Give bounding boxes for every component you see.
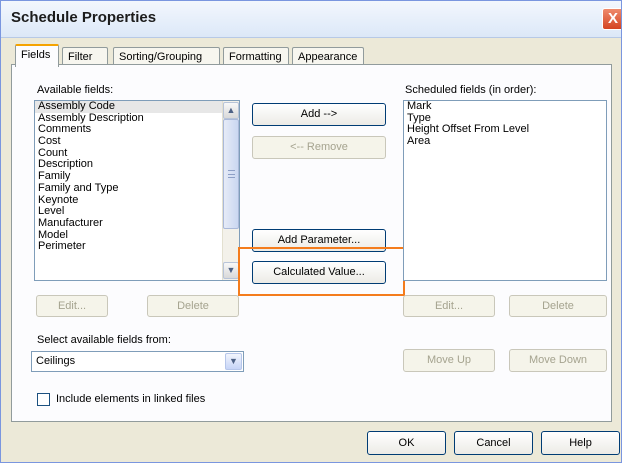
available-field-item[interactable]: Assembly Code (35, 101, 239, 113)
delete-available-button[interactable]: Delete (147, 295, 239, 317)
close-icon: X (607, 10, 618, 27)
move-up-button[interactable]: Move Up (403, 349, 495, 372)
schedule-properties-dialog: Schedule Properties X Fields Filter Sort… (0, 0, 622, 463)
tab-fields[interactable]: Fields (15, 44, 59, 67)
ok-button[interactable]: OK (367, 431, 446, 455)
add-button[interactable]: Add --> (252, 103, 386, 126)
cancel-button[interactable]: Cancel (454, 431, 533, 455)
chevron-down-icon: ▼ (226, 265, 236, 275)
available-field-item[interactable]: Manufacturer (35, 217, 239, 230)
select-fields-from-label: Select available fields from: (37, 334, 171, 346)
include-linked-files-checkbox[interactable] (37, 393, 50, 406)
available-field-item[interactable]: Family and Type (35, 182, 239, 195)
scroll-up-button[interactable]: ▲ (223, 102, 239, 119)
select-fields-from-value: Ceilings (36, 355, 76, 367)
move-down-button[interactable]: Move Down (509, 349, 607, 372)
available-fields-scrollbar[interactable]: ▲ ▼ (222, 101, 239, 280)
dropdown-arrow-button[interactable]: ▼ (225, 353, 242, 370)
help-button[interactable]: Help (541, 431, 620, 455)
available-fields-items: Assembly Code Assembly Description Comment… (35, 101, 239, 253)
edit-scheduled-button[interactable]: Edit... (403, 295, 495, 317)
scroll-thumb[interactable] (223, 119, 239, 229)
scheduled-field-item[interactable]: Height Offset From Level (404, 124, 606, 136)
close-button[interactable]: X (602, 8, 621, 30)
dialog-title: Schedule Properties (11, 9, 157, 26)
available-field-item[interactable]: Comments (35, 124, 239, 136)
delete-scheduled-button[interactable]: Delete (509, 295, 607, 317)
calculated-value-button[interactable]: Calculated Value... (252, 261, 386, 284)
chevron-down-icon: ▼ (229, 356, 238, 366)
scheduled-field-item[interactable]: Area (404, 135, 606, 148)
chevron-up-icon: ▲ (226, 105, 236, 115)
edit-available-button[interactable]: Edit... (36, 295, 108, 317)
scheduled-fields-items: Mark Type Height Offset From Level Area (404, 101, 606, 148)
title-bar: Schedule Properties X (1, 1, 621, 38)
select-fields-from-dropdown[interactable]: Ceilings ▼ (31, 351, 244, 372)
available-field-item[interactable]: Cost (35, 135, 239, 148)
include-linked-files-label: Include elements in linked files (56, 393, 206, 405)
available-fields-label: Available fields: (37, 84, 114, 96)
scheduled-fields-list[interactable]: Mark Type Height Offset From Level Area (403, 100, 607, 281)
scheduled-fields-label: Scheduled fields (in order): (405, 84, 537, 96)
scheduled-field-item[interactable]: Mark (404, 101, 606, 113)
available-field-item[interactable]: Perimeter (35, 241, 239, 253)
scroll-down-button[interactable]: ▼ (223, 262, 239, 279)
grip-icon (228, 170, 235, 178)
available-field-item[interactable]: Keynote (35, 194, 239, 207)
remove-button[interactable]: <-- Remove (252, 136, 386, 159)
available-fields-list[interactable]: Assembly Code Assembly Description Comment… (34, 100, 240, 281)
